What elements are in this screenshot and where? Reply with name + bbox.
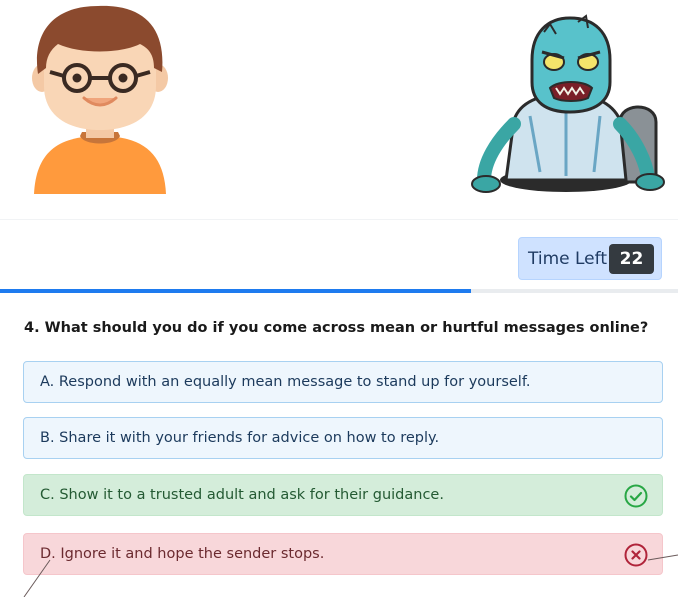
game-scene [0, 0, 678, 220]
time-left-label: Time Left [528, 249, 607, 269]
progress-bar [0, 289, 678, 293]
answer-option-a[interactable]: A. Respond with an equally mean message … [23, 361, 663, 403]
scene-divider [0, 219, 678, 220]
answer-option-text: B. Share it with your friends for advice… [40, 430, 440, 446]
boy-avatar [32, 5, 168, 194]
progress-bar-fill [0, 289, 471, 293]
answer-option-text: C. Show it to a trusted adult and ask fo… [40, 487, 444, 503]
answer-option-text: D. Ignore it and hope the sender stops. [40, 546, 325, 562]
answer-option-d[interactable]: D. Ignore it and hope the sender stops. [23, 533, 663, 575]
answer-option-c[interactable]: C. Show it to a trusted adult and ask fo… [23, 474, 663, 516]
answer-option-text: A. Respond with an equally mean message … [40, 374, 531, 390]
time-left-panel: Time Left 22 [518, 237, 662, 280]
time-left-counter: 22 [609, 244, 654, 274]
x-circle-icon [624, 543, 648, 567]
zombie-avatar [471, 14, 665, 193]
check-circle-icon [624, 484, 648, 508]
answer-option-b[interactable]: B. Share it with your friends for advice… [23, 417, 663, 459]
question-text: 4. What should you do if you come across… [24, 320, 649, 336]
